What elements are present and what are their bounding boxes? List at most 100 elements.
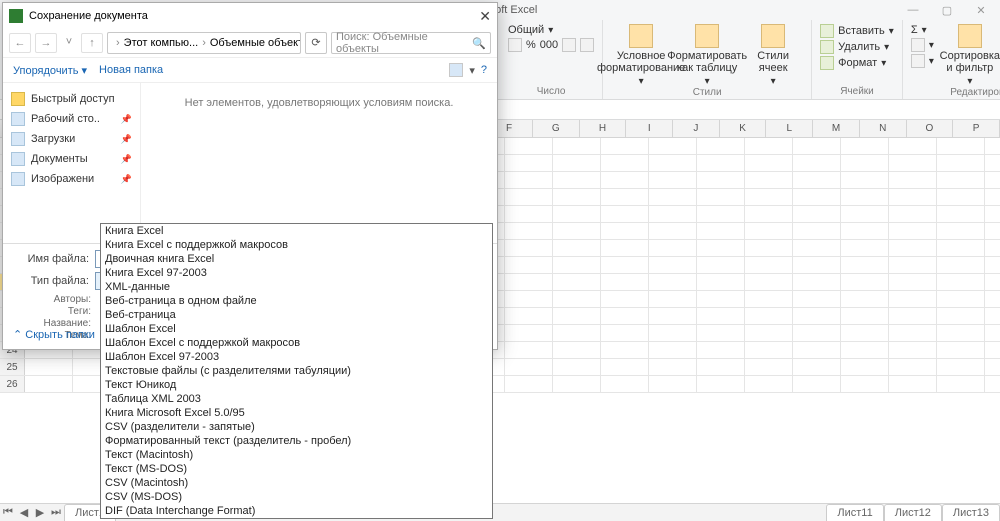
- filetype-option[interactable]: Текстовые файлы (с разделителями табуляц…: [101, 364, 492, 378]
- cell[interactable]: [745, 155, 793, 171]
- cell[interactable]: [841, 308, 889, 324]
- cell[interactable]: [841, 359, 889, 375]
- delete-button[interactable]: Удалить ▾: [820, 40, 894, 54]
- filetype-option[interactable]: CSV (MS-DOS): [101, 490, 492, 504]
- cell[interactable]: [553, 274, 601, 290]
- cell[interactable]: [889, 223, 937, 239]
- cell[interactable]: [841, 206, 889, 222]
- refresh-icon[interactable]: ⟳: [305, 32, 327, 54]
- cell[interactable]: [793, 257, 841, 273]
- cell[interactable]: [649, 155, 697, 171]
- filetype-option[interactable]: Книга Excel 97-2003: [101, 266, 492, 280]
- percent-icon[interactable]: %: [526, 39, 536, 51]
- tab-nav-prev-icon[interactable]: ◀: [16, 506, 32, 519]
- sidebar-item[interactable]: Загрузки📌: [7, 129, 136, 149]
- cell[interactable]: [553, 240, 601, 256]
- cell[interactable]: [745, 189, 793, 205]
- cell[interactable]: [745, 325, 793, 341]
- cell[interactable]: [889, 138, 937, 154]
- cell[interactable]: [937, 138, 985, 154]
- cell[interactable]: [505, 291, 553, 307]
- cell[interactable]: [649, 206, 697, 222]
- column-header[interactable]: M: [813, 120, 860, 137]
- sidebar-item[interactable]: Документы📌: [7, 149, 136, 169]
- currency-icon[interactable]: [508, 38, 522, 52]
- cell[interactable]: [697, 240, 745, 256]
- cell[interactable]: [697, 206, 745, 222]
- cell[interactable]: [25, 376, 73, 392]
- pin-icon[interactable]: 📌: [121, 154, 132, 165]
- column-header[interactable]: L: [766, 120, 813, 137]
- cell[interactable]: [745, 342, 793, 358]
- filetype-option[interactable]: Книга Excel: [101, 224, 492, 238]
- cell[interactable]: [841, 138, 889, 154]
- breadcrumb-folder[interactable]: Объемные объекты: [210, 37, 301, 49]
- cell[interactable]: [601, 274, 649, 290]
- cell[interactable]: [937, 359, 985, 375]
- format-button[interactable]: Формат ▾: [820, 56, 894, 70]
- breadcrumb-pc[interactable]: Этот компью...: [124, 37, 199, 49]
- cell[interactable]: [553, 223, 601, 239]
- cell[interactable]: [793, 359, 841, 375]
- cell[interactable]: [793, 223, 841, 239]
- cell[interactable]: [937, 325, 985, 341]
- pin-icon[interactable]: 📌: [121, 114, 132, 125]
- filetype-option[interactable]: Книга Microsoft Excel 5.0/95: [101, 406, 492, 420]
- cell[interactable]: [553, 291, 601, 307]
- number-buttons[interactable]: % 000: [508, 38, 594, 52]
- cell[interactable]: [841, 342, 889, 358]
- cell[interactable]: [649, 240, 697, 256]
- cell[interactable]: [889, 325, 937, 341]
- column-header[interactable]: P: [953, 120, 1000, 137]
- cell[interactable]: [889, 342, 937, 358]
- sheet-tab[interactable]: Лист11: [826, 504, 883, 521]
- address-bar[interactable]: › Этот компью... › Объемные объекты ˅: [107, 32, 301, 54]
- cell[interactable]: [745, 376, 793, 392]
- cell[interactable]: [697, 342, 745, 358]
- cell[interactable]: [937, 223, 985, 239]
- hide-folders-button[interactable]: ⌃ Скрыть папки: [13, 328, 95, 341]
- close-icon[interactable]: ✕: [968, 4, 994, 17]
- cell[interactable]: [553, 325, 601, 341]
- cell[interactable]: [841, 376, 889, 392]
- cell[interactable]: [505, 240, 553, 256]
- cell[interactable]: [601, 138, 649, 154]
- number-format-combo[interactable]: Общий ▾: [508, 24, 594, 36]
- cell[interactable]: [841, 257, 889, 273]
- fill-button[interactable]: ▾: [911, 38, 934, 52]
- cell[interactable]: [505, 325, 553, 341]
- cell[interactable]: [793, 172, 841, 188]
- filetype-option[interactable]: CSV (Macintosh): [101, 476, 492, 490]
- cell[interactable]: [601, 172, 649, 188]
- cell[interactable]: [505, 206, 553, 222]
- cell[interactable]: [649, 359, 697, 375]
- cell[interactable]: [697, 325, 745, 341]
- filetype-option[interactable]: Шаблон Excel с поддержкой макросов: [101, 336, 492, 350]
- cell[interactable]: [601, 325, 649, 341]
- cell[interactable]: [505, 376, 553, 392]
- column-header[interactable]: O: [907, 120, 954, 137]
- pin-icon[interactable]: 📌: [121, 174, 132, 185]
- cell[interactable]: [793, 138, 841, 154]
- thousands-icon[interactable]: 000: [540, 39, 558, 51]
- cell[interactable]: [505, 342, 553, 358]
- dialog-titlebar[interactable]: Сохранение документа ✕: [3, 3, 497, 29]
- cell[interactable]: [889, 308, 937, 324]
- filetype-option[interactable]: Текст Юникод: [101, 378, 492, 392]
- cell[interactable]: [649, 291, 697, 307]
- cell[interactable]: [841, 325, 889, 341]
- cell[interactable]: [937, 274, 985, 290]
- cell[interactable]: [745, 257, 793, 273]
- cell[interactable]: [553, 359, 601, 375]
- filetype-option[interactable]: CSV (разделители - запятые): [101, 420, 492, 434]
- cell[interactable]: [601, 342, 649, 358]
- sidebar-item[interactable]: Рабочий сто..📌: [7, 109, 136, 129]
- filetype-option[interactable]: Шаблон Excel 97-2003: [101, 350, 492, 364]
- organize-button[interactable]: Упорядочить ▾: [13, 64, 87, 77]
- cell[interactable]: [745, 291, 793, 307]
- cell[interactable]: [601, 308, 649, 324]
- cell[interactable]: [889, 257, 937, 273]
- cell[interactable]: [553, 172, 601, 188]
- cell[interactable]: [601, 240, 649, 256]
- filetype-option[interactable]: Текст (MS-DOS): [101, 462, 492, 476]
